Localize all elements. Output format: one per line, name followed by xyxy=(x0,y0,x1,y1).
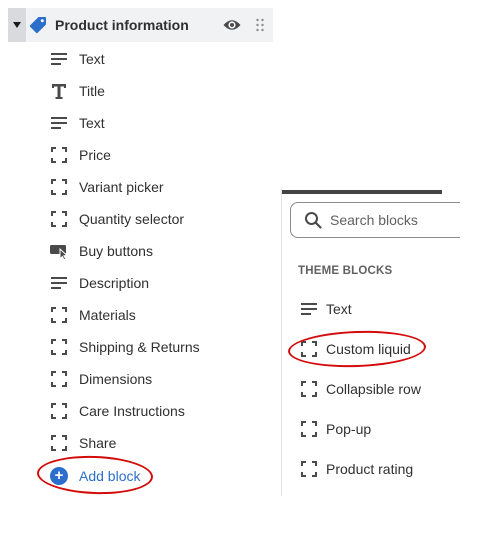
block-label: Price xyxy=(79,147,111,163)
search-blocks-field[interactable] xyxy=(290,202,460,238)
dashed-square-icon xyxy=(298,418,320,440)
picker-item-product-rating[interactable]: Product rating xyxy=(298,457,413,481)
block-item-buy-buttons[interactable]: Buy buttons xyxy=(48,239,153,263)
dashed-square-icon xyxy=(48,304,70,326)
dashed-square-icon xyxy=(298,458,320,480)
picker-item-label: Collapsible row xyxy=(326,381,421,397)
theme-blocks-heading: THEME BLOCKS xyxy=(298,265,393,277)
block-label: Text xyxy=(79,115,105,131)
block-picker-popover: THEME BLOCKS Text Custom liquid Collapsi… xyxy=(281,188,491,496)
dashed-square-icon xyxy=(298,378,320,400)
red-annotation-circle xyxy=(36,453,154,497)
block-label: Variant picker xyxy=(79,179,164,195)
search-icon xyxy=(305,212,322,229)
block-label: Buy buttons xyxy=(79,243,153,259)
text-lines-icon xyxy=(48,48,70,70)
picker-item-text[interactable]: Text xyxy=(298,297,352,321)
picker-item-label: Text xyxy=(326,301,352,317)
block-item-shipping-returns[interactable]: Shipping & Returns xyxy=(48,335,200,359)
dashed-square-icon xyxy=(48,176,70,198)
text-lines-icon xyxy=(48,112,70,134)
dashed-square-icon xyxy=(48,208,70,230)
buy-button-icon xyxy=(48,240,70,262)
block-label: Description xyxy=(79,275,150,291)
block-label: Title xyxy=(79,83,105,99)
dashed-square-icon xyxy=(48,400,70,422)
red-annotation-circle xyxy=(287,328,427,370)
text-lines-icon xyxy=(48,272,70,294)
picker-item-label: Product rating xyxy=(326,461,414,477)
drag-handle-icon[interactable] xyxy=(255,18,265,32)
section-header-product-information[interactable]: Product information xyxy=(8,8,273,42)
block-item-quantity-selector[interactable]: Quantity selector xyxy=(48,207,184,231)
block-label: Dimensions xyxy=(79,371,153,387)
block-item-care-instructions[interactable]: Care Instructions xyxy=(48,399,185,423)
search-input[interactable] xyxy=(330,212,450,228)
title-t-icon xyxy=(48,80,70,102)
picker-item-label: Pop-up xyxy=(326,421,372,437)
block-item-text[interactable]: Text xyxy=(48,111,105,135)
block-item-variant-picker[interactable]: Variant picker xyxy=(48,175,164,199)
block-label: Care Instructions xyxy=(79,403,185,419)
dashed-square-icon xyxy=(48,144,70,166)
eye-icon[interactable] xyxy=(222,16,242,34)
block-item-title[interactable]: Title xyxy=(48,79,105,103)
picker-item-collapsible-row[interactable]: Collapsible row xyxy=(298,377,421,401)
block-label: Text xyxy=(79,51,105,67)
section-title: Product information xyxy=(55,17,189,33)
dashed-square-icon xyxy=(48,368,70,390)
clipped-header-strip xyxy=(282,188,442,198)
block-item-dimensions[interactable]: Dimensions xyxy=(48,367,152,391)
block-item-price[interactable]: Price xyxy=(48,143,111,167)
block-item-text[interactable]: Text xyxy=(48,47,105,71)
block-label: Quantity selector xyxy=(79,211,185,227)
block-item-share[interactable]: Share xyxy=(48,431,116,455)
tag-icon xyxy=(29,17,46,34)
dashed-square-icon xyxy=(48,336,70,358)
text-lines-icon xyxy=(298,298,320,320)
block-label: Shipping & Returns xyxy=(79,339,200,355)
dashed-square-icon xyxy=(48,432,70,454)
block-item-description[interactable]: Description xyxy=(48,271,149,295)
collapse-toggle[interactable] xyxy=(8,8,26,42)
caret-down-icon xyxy=(13,22,21,28)
block-item-materials[interactable]: Materials xyxy=(48,303,136,327)
picker-item-pop-up[interactable]: Pop-up xyxy=(298,417,371,441)
block-label: Share xyxy=(79,435,117,451)
block-label: Materials xyxy=(79,307,136,323)
